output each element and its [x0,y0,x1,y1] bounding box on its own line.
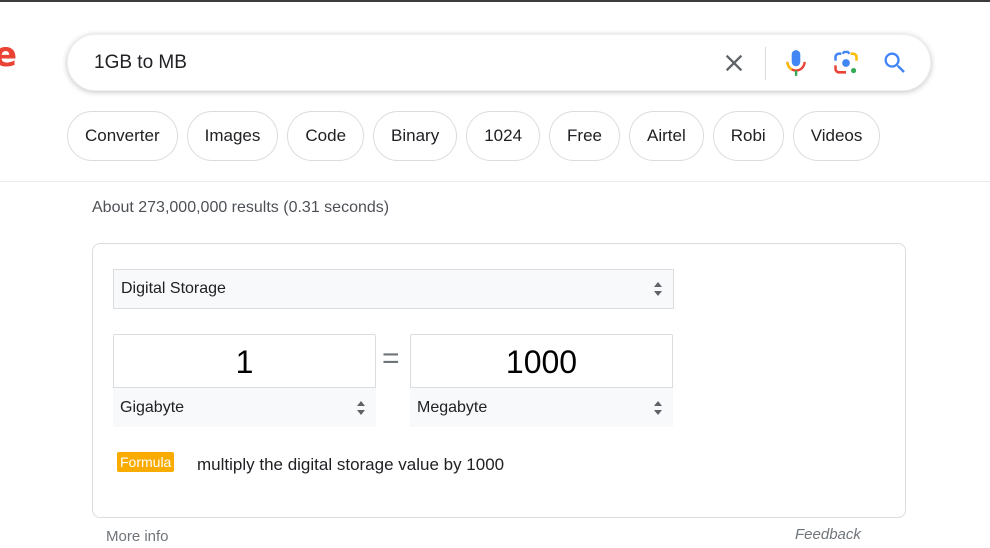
chip-robi[interactable]: Robi [712,111,784,161]
search-box[interactable]: 1GB to MB [67,34,931,91]
chip-airtel[interactable]: Airtel [629,111,704,161]
google-logo-fragment[interactable]: e [0,38,17,72]
select-arrows-icon [357,400,365,415]
close-icon [725,54,743,72]
chip-1024[interactable]: 1024 [466,111,541,161]
search-icon [884,52,905,73]
clear-search-button[interactable] [720,49,748,77]
chip-converter[interactable]: Converter [67,111,178,161]
search-filter-chips: Converter Images Code Binary 1024 Free A… [67,111,881,161]
google-lens-icon [834,50,858,74]
chip-images[interactable]: Images [186,111,279,161]
to-unit-box: Megabyte [410,334,673,427]
search-box-separator [765,47,766,80]
select-arrows-icon [654,400,662,415]
result-stats: About 273,000,000 results (0.31 seconds) [92,199,390,216]
search-submit-button[interactable] [881,49,909,77]
to-unit-select[interactable]: Megabyte [410,387,673,427]
chip-binary[interactable]: Binary [373,111,458,161]
feedback-link[interactable]: Feedback [795,526,861,543]
chip-videos[interactable]: Videos [792,111,881,161]
category-select-value: Digital Storage [121,280,226,297]
more-info-link[interactable]: More info [106,528,169,545]
from-unit-select[interactable]: Gigabyte [113,387,376,427]
formula-text: multiply the digital storage value by 10… [197,455,505,474]
header-divider [0,181,990,182]
chip-code[interactable]: Code [287,111,365,161]
formula-badge: Formula [117,452,175,472]
from-unit-box: Gigabyte [113,334,376,427]
google-lens-button[interactable] [832,49,860,77]
voice-search-button[interactable] [783,48,809,78]
category-select[interactable]: Digital Storage [113,269,674,309]
equals-sign: = [382,342,400,375]
select-arrows-icon [654,282,662,296]
unit-converter-card: Digital Storage Gigabyte = Megabyte Form… [92,243,906,518]
to-unit-value: Megabyte [417,398,488,416]
window-top-border [0,0,990,2]
to-value-input[interactable] [411,335,672,388]
search-input[interactable]: 1GB to MB [94,52,187,74]
chip-free[interactable]: Free [549,111,621,161]
from-value-input[interactable] [114,335,375,388]
microphone-icon [786,50,806,76]
from-unit-value: Gigabyte [120,398,185,416]
